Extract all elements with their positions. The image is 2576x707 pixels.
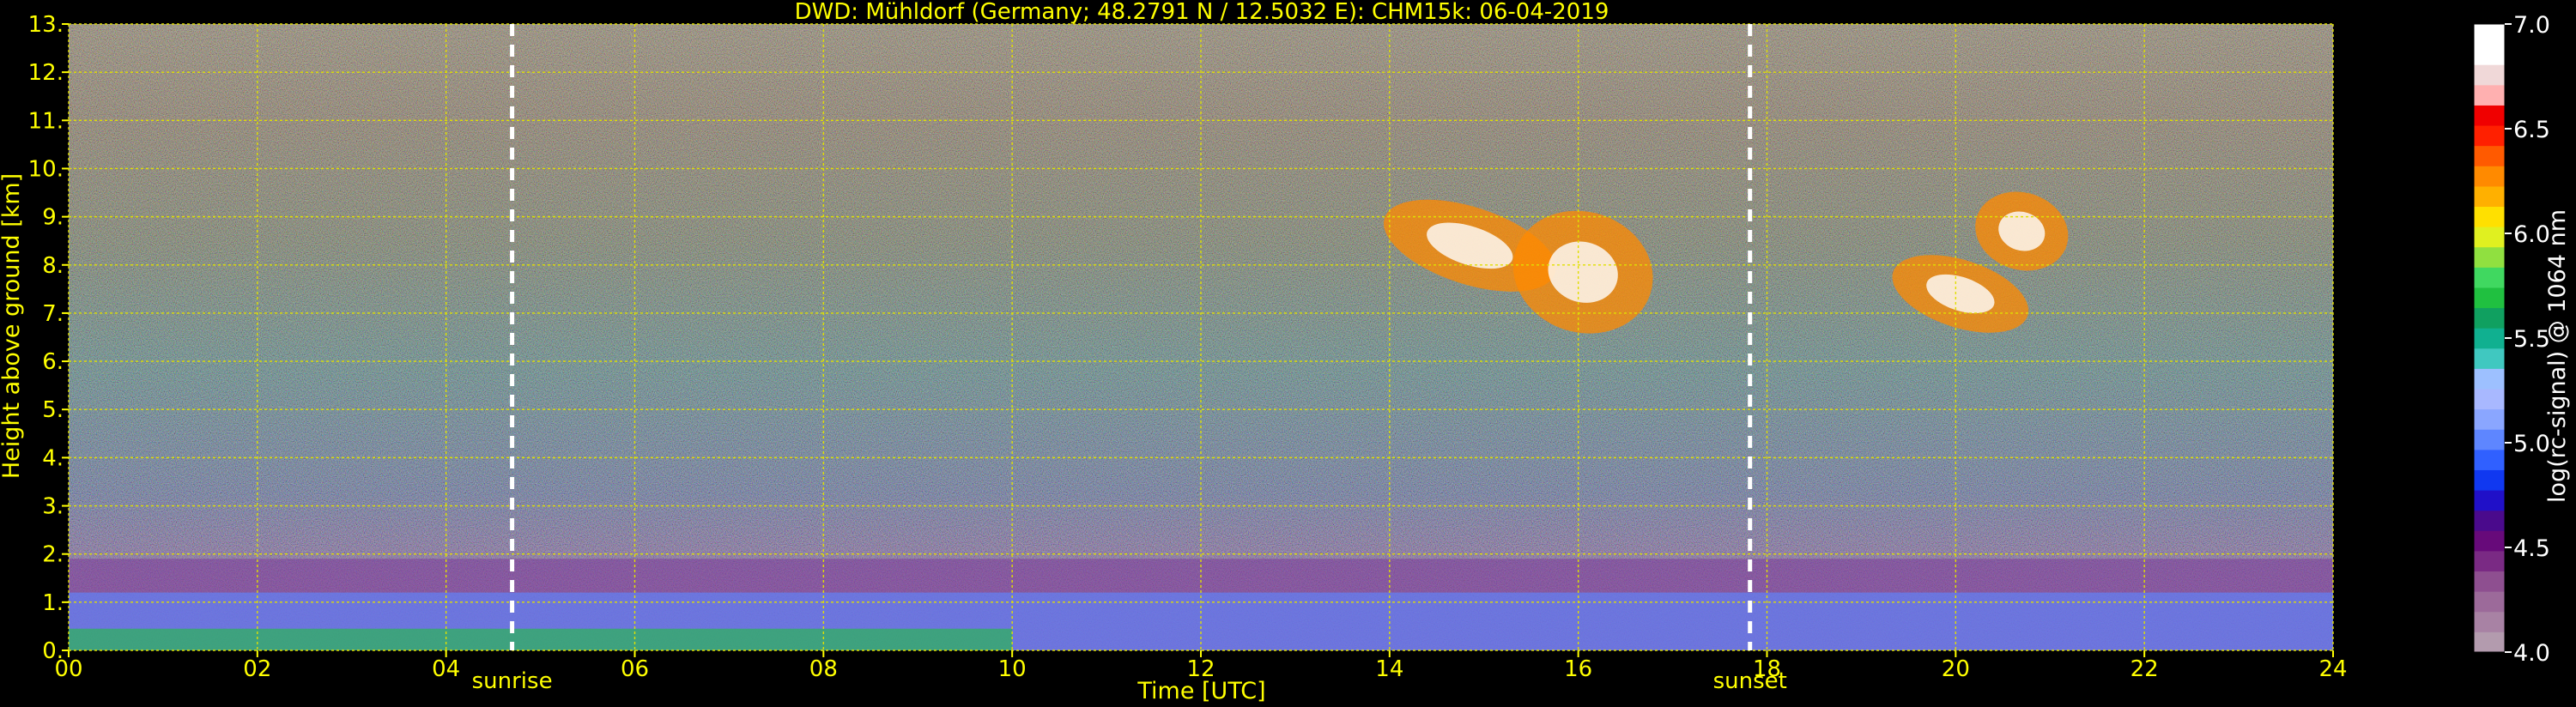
colorbar-swatch <box>2474 550 2505 572</box>
x-axis-label: Time [UTC] <box>1136 678 1265 704</box>
y-tick-label: 5. <box>42 397 64 423</box>
y-tick-label: 13. <box>28 12 64 38</box>
x-tick-label: 16 <box>1564 656 1592 682</box>
y-tick-label: 10. <box>28 156 64 182</box>
event-label-sunset: sunset <box>1713 668 1787 694</box>
y-tick-label: 12. <box>28 60 64 86</box>
x-tick-label: 04 <box>432 656 460 682</box>
x-tick-label: 14 <box>1375 656 1403 682</box>
colorbar-swatch <box>2474 591 2505 613</box>
colorbar-swatch <box>2474 267 2505 288</box>
x-tick-label: 02 <box>243 656 271 682</box>
y-tick-label: 3. <box>42 494 64 520</box>
colorbar-swatch <box>2474 368 2505 390</box>
colorbar-swatch <box>2474 469 2505 491</box>
x-tick-label: 08 <box>809 656 838 682</box>
x-tick-label: 06 <box>621 656 649 682</box>
colorbar-tick-label: 6.5 <box>2513 117 2550 143</box>
colorbar-swatch <box>2474 105 2505 126</box>
y-axis-ticks: 0. 1. 2. 3. 4. 5. 6. 7. 8. 9. 10. 11. 12. 13. <box>28 12 69 664</box>
colorbar-swatch <box>2474 206 2505 227</box>
colorbar-swatch <box>2474 145 2505 166</box>
colorbar-tick-label: 4.5 <box>2513 535 2550 562</box>
colorbar-swatch <box>2474 166 2505 187</box>
y-tick-label: 4. <box>42 445 64 471</box>
y-tick-label: 2. <box>42 542 64 568</box>
colorbar-ticks: 4.04.55.05.56.06.57.0 <box>2505 12 2550 667</box>
colorbar-swatch <box>2474 125 2505 147</box>
y-tick-label: 1. <box>42 590 64 616</box>
colorbar-label: log(rc-signal) @ 1064 nm <box>2544 209 2571 503</box>
colorbar-swatch <box>2474 185 2505 208</box>
colorbar-swatch <box>2474 84 2505 106</box>
colorbar-tick-label: 7.0 <box>2513 12 2550 39</box>
colorbar-swatch <box>2474 490 2505 511</box>
colorbar-swatch <box>2474 307 2505 329</box>
y-tick-label: 9. <box>42 205 64 231</box>
colorbar-swatch <box>2474 227 2505 248</box>
colorbar-swatch <box>2474 408 2505 430</box>
y-tick-label: 6. <box>42 349 64 375</box>
colorbar-swatch <box>2474 530 2505 552</box>
x-tick-label: 20 <box>1942 656 1970 682</box>
colorbar-swatch <box>2474 510 2505 531</box>
ceilometer-chart: 00 02 04 06 08 10 12 14 16 18 20 22 24 0.1.2.3.4.5.6… <box>0 0 2571 704</box>
colorbar-swatch <box>2474 347 2505 369</box>
x-tick-label: 10 <box>998 656 1027 682</box>
colorbar-swatch <box>2474 24 2505 45</box>
colorbar-swatch <box>2474 64 2505 86</box>
y-tick-label: 0. <box>42 638 64 664</box>
plot-area <box>68 23 2334 651</box>
colorbar-swatch <box>2474 44 2505 65</box>
y-tick-label: 11. <box>28 108 64 134</box>
y-tick-label: 7. <box>42 301 64 327</box>
colorbar-tick-label: 4.0 <box>2513 640 2550 667</box>
colorbar-swatch <box>2474 246 2505 268</box>
colorbar-swatch <box>2474 389 2505 410</box>
colorbar-swatch <box>2474 571 2505 592</box>
event-label-sunrise: sunrise <box>472 668 553 694</box>
region-boundary-layer <box>69 559 2333 650</box>
colorbar-swatch <box>2474 287 2505 309</box>
x-tick-label: 22 <box>2131 656 2159 682</box>
colorbar-swatch <box>2474 631 2505 653</box>
colorbar-swatch <box>2474 611 2505 632</box>
colorbar-swatch <box>2474 449 2505 470</box>
chart-title: DWD: Mühldorf (Germany; 48.2791 N / 12.5… <box>795 0 1609 25</box>
colorbar-swatch <box>2474 429 2505 450</box>
y-axis-label: Height above ground [km] <box>0 173 25 479</box>
colorbar: 4.04.55.05.56.06.57.0 log(rc-signal) @ 1… <box>2473 12 2571 667</box>
boundary-layer-surface <box>69 628 1013 650</box>
colorbar-swatch <box>2474 328 2505 349</box>
colorbar-swatches <box>2473 23 2506 653</box>
y-tick-label: 8. <box>42 253 64 279</box>
x-tick-label: 24 <box>2318 656 2347 682</box>
